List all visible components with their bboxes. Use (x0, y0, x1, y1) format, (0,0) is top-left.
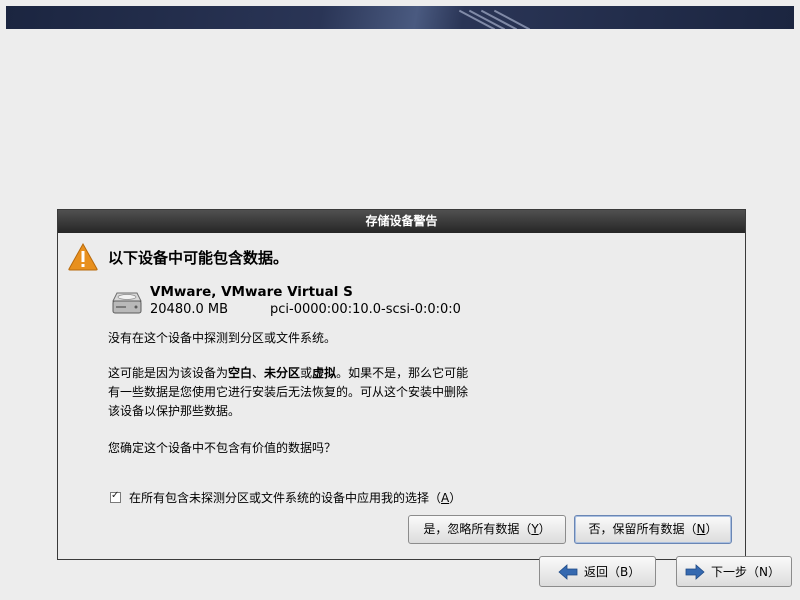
device-path: pci-0000:00:10.0-scsi-0:0:0:0 (270, 302, 461, 317)
next-button[interactable]: 下一步（N） (676, 556, 792, 587)
next-label: 下一步（N） (711, 565, 780, 579)
no-keep-data-button[interactable]: 否，保留所有数据（N） (574, 515, 732, 544)
header-banner (6, 6, 794, 29)
apply-to-all-checkbox[interactable] (110, 490, 121, 503)
warning-icon (68, 243, 98, 271)
arrow-right-icon (685, 563, 705, 580)
storage-warning-dialog: 存储设备警告 以下设备中可能包含数据。 VMware, VMware Virtu… (57, 209, 746, 560)
device-size: 20480.0 MB (150, 302, 229, 317)
hard-disk-icon (112, 292, 142, 314)
dialog-heading: 以下设备中可能包含数据。 (108, 249, 289, 267)
arrow-left-icon (558, 563, 578, 580)
device-name: VMware, VMware Virtual S (150, 284, 353, 300)
no-partition-message: 没有在这个设备中探测到分区或文件系统。 (108, 331, 337, 345)
back-button[interactable]: 返回（B） (539, 556, 656, 587)
explanation-message: 这可能是因为该设备为空白、未分区或虚拟。如果不是，那么它可能 有一些数据是您使用… (108, 366, 469, 418)
back-label: 返回（B） (584, 565, 641, 579)
apply-to-all-checkbox-row[interactable]: 在所有包含未探测分区或文件系统的设备中应用我的选择（A） (110, 489, 461, 506)
yes-discard-data-button[interactable]: 是，忽略所有数据（Y） (408, 515, 566, 544)
dialog-title: 存储设备警告 (58, 210, 745, 233)
apply-to-all-label[interactable]: 在所有包含未探测分区或文件系统的设备中应用我的选择（A） (129, 489, 461, 506)
confirm-question: 您确定这个设备中不包含有价值的数据吗？ (108, 441, 337, 455)
